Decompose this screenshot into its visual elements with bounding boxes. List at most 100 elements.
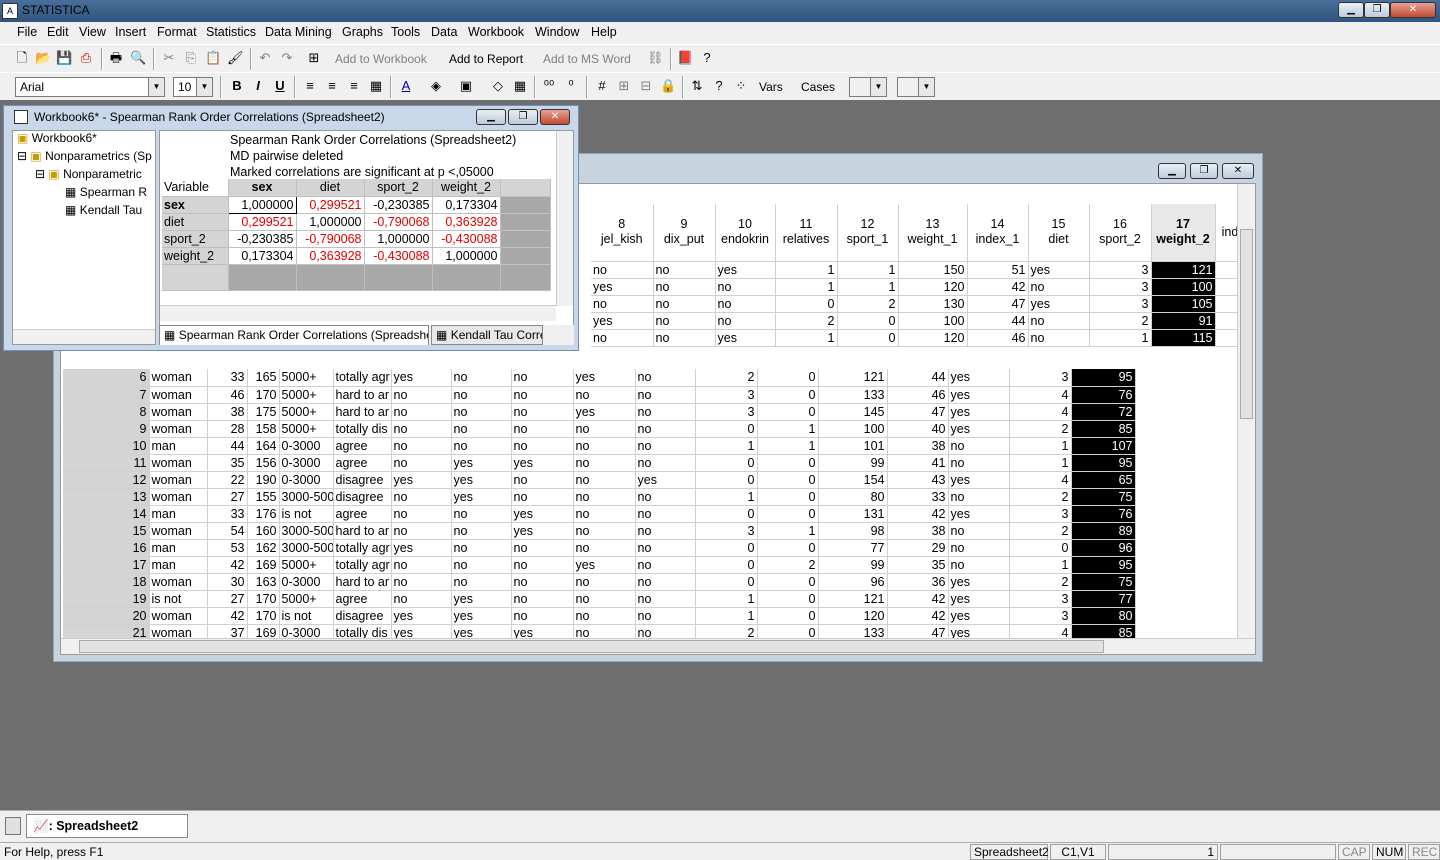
table-cell[interactable]: 2 — [1009, 573, 1072, 591]
table-cell[interactable]: no — [511, 420, 574, 438]
table-cell[interactable]: 47 — [887, 403, 949, 421]
row-header[interactable]: 20 — [63, 607, 150, 625]
table-cell[interactable]: no — [715, 295, 776, 313]
table-cell[interactable]: 105 — [1151, 295, 1216, 313]
table-cell[interactable]: 42 — [887, 505, 949, 523]
table-cell[interactable]: yes — [391, 471, 452, 489]
menu-view[interactable]: View — [79, 25, 106, 39]
table-cell[interactable]: 1 — [757, 522, 819, 540]
corr-cell[interactable]: -0,790068 — [364, 213, 433, 231]
table-cell[interactable]: totally agr — [333, 556, 392, 574]
corr-col-diet[interactable]: diet — [296, 179, 365, 197]
table-cell[interactable]: 33 — [887, 488, 949, 506]
table-cell[interactable]: 1 — [1009, 454, 1072, 472]
table-cell[interactable]: no — [1028, 329, 1090, 347]
table-cell[interactable]: woman — [149, 420, 208, 438]
table-cell[interactable]: 54 — [207, 522, 248, 540]
table-cell[interactable]: no — [391, 437, 452, 455]
table-cell[interactable]: woman — [149, 386, 208, 404]
table-cell[interactable]: disagree — [333, 488, 392, 506]
table-cell[interactable]: 0 — [695, 573, 758, 591]
table-cell[interactable]: no — [591, 261, 654, 279]
corr-cell[interactable]: 0,173304 — [228, 247, 297, 265]
table-cell[interactable]: 2 — [757, 556, 819, 574]
table-cell[interactable]: 120 — [898, 278, 968, 296]
column-header[interactable]: 11 relatives — [775, 204, 838, 262]
table-cell[interactable]: hard to ar — [333, 403, 392, 421]
table-cell[interactable]: 115 — [1151, 329, 1216, 347]
table-cell[interactable]: 40 — [887, 420, 949, 438]
table-cell[interactable]: 89 — [1071, 522, 1136, 540]
table-cell[interactable]: no — [635, 607, 696, 625]
row-header[interactable]: 15 — [63, 522, 150, 540]
table-cell[interactable]: no — [715, 312, 776, 330]
corr-col-sex[interactable]: sex — [228, 179, 297, 197]
menu-data[interactable]: Data — [431, 25, 457, 39]
tree-hscrollbar[interactable] — [13, 329, 155, 344]
table-cell[interactable]: 0 — [757, 573, 819, 591]
cut-icon[interactable]: ✂ — [161, 50, 177, 66]
column-header[interactable]: 10 endokrin — [715, 204, 776, 262]
table-cell[interactable]: 1 — [837, 278, 899, 296]
table-cell[interactable]: 0 — [757, 471, 819, 489]
taskbar-grip-icon[interactable] — [5, 817, 21, 835]
table-cell[interactable]: 28 — [207, 420, 248, 438]
table-cell[interactable]: 2 — [837, 295, 899, 313]
table-cell[interactable]: no — [635, 403, 696, 421]
table-cell[interactable]: no — [573, 471, 636, 489]
table-cell[interactable]: 38 — [887, 437, 949, 455]
restore-button[interactable]: ❐ — [1364, 2, 1390, 18]
table-cell[interactable]: 1 — [837, 261, 899, 279]
table-cell[interactable]: no — [391, 590, 452, 608]
table-cell[interactable]: no — [573, 420, 636, 438]
corr-cell[interactable]: -0,230385 — [228, 230, 297, 248]
table-cell[interactable]: 29 — [887, 539, 949, 557]
table-cell[interactable]: 0 — [695, 539, 758, 557]
table-cell[interactable]: 170 — [247, 607, 280, 625]
link-icon[interactable]: ⛓ — [647, 50, 664, 66]
menu-workbook[interactable]: Workbook — [468, 25, 524, 39]
table-cell[interactable]: 1 — [1089, 329, 1152, 347]
corr-col-sport-2[interactable]: sport_2 — [364, 179, 433, 197]
table-cell[interactable]: 0 — [757, 454, 819, 472]
table-cell[interactable]: yes — [591, 278, 654, 296]
table-cell[interactable]: 98 — [818, 522, 888, 540]
table-cell[interactable]: yes — [715, 261, 776, 279]
table-cell[interactable]: yes — [948, 590, 1010, 608]
table-cell[interactable]: 133 — [818, 386, 888, 404]
table-cell[interactable]: woman — [149, 403, 208, 421]
table-cell[interactable]: yes — [948, 386, 1010, 404]
sort-icon[interactable]: ⇅ — [689, 78, 705, 94]
table-cell[interactable]: no — [573, 590, 636, 608]
taskbar-spreadsheet2[interactable]: 📈: Spreadsheet2 — [26, 814, 188, 838]
table-cell[interactable]: 0-3000 — [279, 471, 334, 489]
table-cell[interactable]: 27 — [207, 488, 248, 506]
table-cell[interactable]: 91 — [1151, 312, 1216, 330]
table-cell[interactable]: 1 — [1009, 437, 1072, 455]
table-cell[interactable]: 3 — [1089, 295, 1152, 313]
help-icon[interactable]: ? — [699, 50, 715, 66]
table-cell[interactable]: 36 — [887, 573, 949, 591]
corr-row-label[interactable]: diet — [162, 213, 229, 231]
table-cell[interactable]: no — [573, 454, 636, 472]
table-cell[interactable]: no — [391, 522, 452, 540]
column-header[interactable]: 17 weight_2 — [1151, 204, 1216, 262]
menu-statistics[interactable]: Statistics — [206, 25, 256, 39]
table-cell[interactable]: yes — [573, 369, 636, 387]
table-cell[interactable]: woman — [149, 522, 208, 540]
table-cell[interactable]: 1 — [757, 437, 819, 455]
table-cell[interactable]: disagree — [333, 607, 392, 625]
table-cell[interactable]: 72 — [1071, 403, 1136, 421]
row-header[interactable]: 13 — [63, 488, 150, 506]
table-cell[interactable]: 3000-5000 — [279, 522, 334, 540]
highlight-icon[interactable]: ◇ — [490, 78, 506, 94]
table-cell[interactable]: 46 — [887, 386, 949, 404]
table-cell[interactable]: yes — [948, 369, 1010, 387]
table-cell[interactable]: man — [149, 505, 208, 523]
table-cell[interactable]: no — [635, 590, 696, 608]
menu-data-mining[interactable]: Data Mining — [265, 25, 332, 39]
table-cell[interactable]: no — [511, 437, 574, 455]
table-cell[interactable]: 38 — [887, 522, 949, 540]
table-cell[interactable]: 27 — [207, 590, 248, 608]
table-cell[interactable]: 99 — [818, 454, 888, 472]
